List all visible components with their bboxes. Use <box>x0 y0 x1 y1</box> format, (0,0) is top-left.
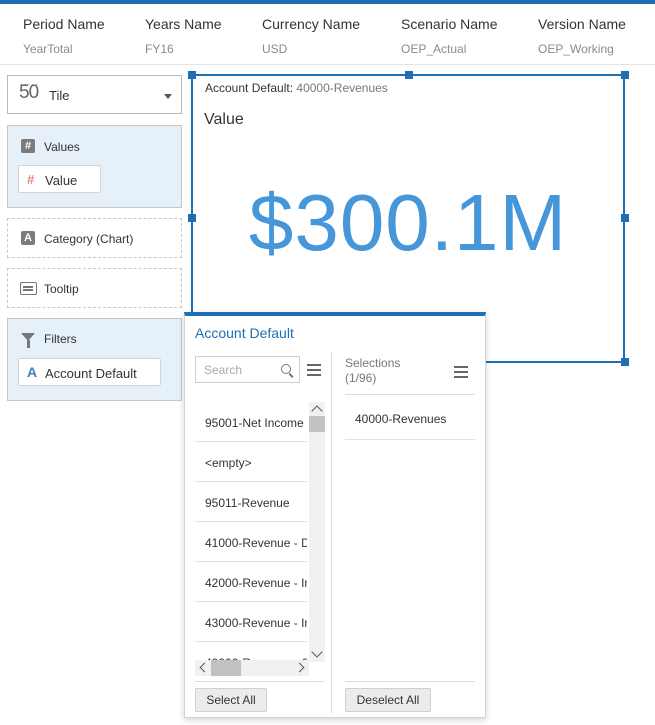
account-default-chip-label: Account Default <box>45 366 137 381</box>
pov-name: Years Name <box>145 16 222 32</box>
pov-name: Period Name <box>23 16 105 32</box>
column-divider <box>331 352 332 713</box>
pov-value: USD <box>262 42 288 56</box>
tile-filter-name: Account Default: <box>205 81 294 95</box>
selected-item-label: 40000-Revenues <box>355 412 447 426</box>
resize-handle-ne[interactable] <box>621 71 629 79</box>
scroll-thumb[interactable] <box>309 416 325 432</box>
deselect-all-button[interactable]: Deselect All <box>345 688 431 712</box>
value-chip[interactable]: # Value <box>18 165 101 193</box>
member-selector-popup: Account Default 95001-Net Income <empty>… <box>184 312 486 718</box>
account-default-chip[interactable]: A Account Default <box>18 358 161 386</box>
tooltip-icon <box>20 282 37 295</box>
scroll-left-icon[interactable] <box>199 662 210 673</box>
pov-name: Scenario Name <box>401 16 498 32</box>
chevron-down-icon[interactable] <box>164 94 172 99</box>
resize-handle-nw[interactable] <box>188 71 196 79</box>
list-item[interactable]: 42000-Revenue - Indirect <box>195 562 307 602</box>
list-item[interactable]: 43000-Revenue - Intercompany <box>195 602 307 642</box>
list-item-label: 95001-Net Income <box>205 416 304 430</box>
text-a-icon: A <box>21 231 35 245</box>
tile-filter-value: 40000-Revenues <box>296 81 388 95</box>
list-item[interactable]: <empty> <box>195 442 307 482</box>
search-input[interactable] <box>196 357 276 382</box>
scroll-up-icon[interactable] <box>311 405 323 417</box>
tile-filter-label: Account Default: 40000-Revenues <box>205 81 388 95</box>
pov-value: FY16 <box>145 42 174 56</box>
search-icon[interactable] <box>281 364 291 374</box>
divider <box>345 681 475 682</box>
chart-type-select[interactable]: ..... 50 Tile <box>7 75 182 114</box>
search-box <box>195 356 300 383</box>
pov-name: Version Name <box>538 16 626 32</box>
filters-well-title: Filters <box>44 332 77 346</box>
category-well[interactable]: A Category (Chart) <box>7 218 182 258</box>
tooltip-well-title: Tooltip <box>44 282 79 296</box>
list-item[interactable]: 95011-Revenue <box>195 482 307 522</box>
resize-handle-n[interactable] <box>405 71 413 79</box>
tile-big-value: $300.1M <box>248 178 568 267</box>
resize-handle-se[interactable] <box>621 358 629 366</box>
resize-handle-w[interactable] <box>188 214 196 222</box>
values-well[interactable]: # Values # Value <box>7 125 182 208</box>
filters-well[interactable]: Filters A Account Default <box>7 318 182 401</box>
list-item-label: 42000-Revenue - Indirect <box>205 576 307 590</box>
text-a-icon: A <box>27 364 38 380</box>
tooltip-well[interactable]: Tooltip <box>7 268 182 308</box>
selections-title: Selections (1/96) <box>345 356 400 386</box>
hash-icon: # <box>21 139 35 153</box>
tile-heading: Value <box>204 111 244 128</box>
list-item-label: 41000-Revenue - Direct <box>205 536 307 550</box>
menu-icon[interactable] <box>307 364 321 376</box>
scroll-right-icon[interactable] <box>294 662 305 673</box>
menu-icon[interactable] <box>454 366 468 378</box>
divider <box>195 681 324 682</box>
list-item[interactable]: 95001-Net Income <box>195 402 307 442</box>
selected-item[interactable]: 40000-Revenues <box>345 395 475 440</box>
pov-value: OEP_Working <box>538 42 614 56</box>
scroll-thumb[interactable] <box>211 660 241 676</box>
list-item-label: 95011-Revenue <box>205 496 290 510</box>
values-well-title: Values <box>44 140 80 154</box>
pov-name: Currency Name <box>262 16 361 32</box>
pov-bar: Period Name YearTotal Years Name FY16 Cu… <box>0 4 655 65</box>
resize-handle-e[interactable] <box>621 214 629 222</box>
chart-type-label: Tile <box>49 88 70 103</box>
list-item-label: <empty> <box>205 456 252 470</box>
select-all-button[interactable]: Select All <box>195 688 267 712</box>
scroll-down-icon[interactable] <box>311 646 323 658</box>
vertical-scrollbar[interactable] <box>309 402 325 662</box>
list-item-label: 43000-Revenue - Intercompany <box>205 616 307 630</box>
selections-label: Selections <box>345 356 401 370</box>
value-chip-label: Value <box>45 173 78 188</box>
pov-value: YearTotal <box>23 42 73 56</box>
popup-title: Account Default <box>195 325 294 341</box>
pov-value: OEP_Actual <box>401 42 467 56</box>
category-well-title: Category (Chart) <box>44 232 134 246</box>
member-list: 95001-Net Income <empty> 95011-Revenue 4… <box>195 402 324 677</box>
horizontal-scrollbar[interactable] <box>195 660 309 676</box>
filter-icon <box>21 333 35 348</box>
list-item[interactable]: 41000-Revenue - Direct <box>195 522 307 562</box>
tile-type-icon: 50 <box>19 82 39 103</box>
hash-icon: # <box>27 172 35 187</box>
selections-count: (1/96) <box>345 371 377 385</box>
